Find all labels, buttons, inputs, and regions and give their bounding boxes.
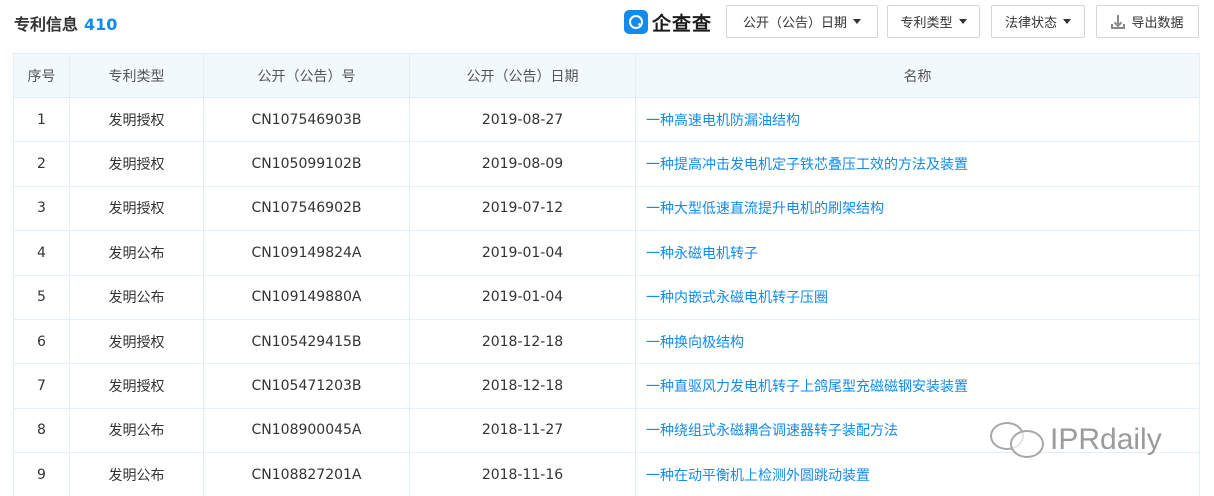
row-index: 9 [13, 452, 70, 496]
section-title: 专利信息 410 [14, 11, 117, 35]
patent-name-link[interactable]: 一种永磁电机转子 [646, 246, 758, 262]
row-number: CN105099102B [203, 141, 410, 187]
row-type: 发明公布 [69, 230, 204, 276]
row-date: 2018-12-18 [409, 318, 636, 365]
caret-down-icon [1063, 19, 1071, 24]
export-data-label: 导出数据 [1131, 16, 1184, 31]
row-number: CN108827201A [203, 452, 410, 496]
row-name-cell: 一种内嵌式永磁电机转子压圈 [635, 274, 1200, 320]
table-row: 3 发明授权 CN107546902B 2019-07-12 一种大型低速直流提… [13, 185, 1200, 232]
patent-name-link[interactable]: 一种直驱风力发电机转子上鸽尾型充磁磁钢安装装置 [646, 379, 968, 395]
row-index: 8 [13, 407, 70, 454]
row-name-cell: 一种换向极结构 [635, 318, 1200, 365]
row-number: CN109149824A [203, 230, 410, 276]
qichacha-logo: 企查查 [624, 9, 712, 35]
row-index: 1 [13, 96, 70, 143]
watermark-text: IPRdaily [1050, 423, 1162, 456]
section-title-text: 专利信息 [14, 15, 79, 34]
wechat-icon [990, 420, 1048, 460]
row-index: 5 [13, 274, 70, 320]
filter-publish-date-button[interactable]: 公开（公告）日期 [726, 5, 878, 38]
row-index: 7 [13, 363, 70, 409]
table-row: 1 发明授权 CN107546903B 2019-08-27 一种高速电机防漏油… [13, 96, 1200, 143]
row-name-cell: 一种提高冲击发电机定子铁芯叠压工效的方法及装置 [635, 141, 1200, 187]
patent-name-link[interactable]: 一种大型低速直流提升电机的刷架结构 [646, 201, 884, 217]
row-name-cell: 一种大型低速直流提升电机的刷架结构 [635, 185, 1200, 232]
row-number: CN105471203B [203, 363, 410, 409]
row-number: CN107546902B [203, 185, 410, 232]
column-header-type[interactable]: 专利类型 [69, 53, 204, 98]
row-type: 发明公布 [69, 274, 204, 320]
row-date: 2019-01-04 [409, 274, 636, 320]
row-date: 2018-12-18 [409, 363, 636, 409]
row-date: 2019-08-27 [409, 96, 636, 143]
filter-legal-status-label: 法律状态 [1004, 16, 1057, 31]
row-type: 发明公布 [69, 407, 204, 454]
column-header-date[interactable]: 公开（公告）日期 [409, 53, 636, 98]
row-date: 2019-07-12 [409, 185, 636, 232]
logo-text: 企查查 [652, 12, 713, 35]
patent-name-link[interactable]: 一种高速电机防漏油结构 [646, 113, 800, 129]
ipr-daily-watermark: IPRdaily [990, 420, 1162, 460]
row-number: CN109149880A [203, 274, 410, 320]
row-index: 4 [13, 230, 70, 276]
row-date: 2018-11-27 [409, 407, 636, 454]
column-header-name[interactable]: 名称 [635, 53, 1200, 98]
row-date: 2019-08-09 [409, 141, 636, 187]
row-number: CN105429415B [203, 318, 410, 365]
table-header-row: 序号 专利类型 公开（公告）号 公开（公告）日期 名称 [13, 53, 1200, 98]
table-row: 7 发明授权 CN105471203B 2018-12-18 一种直驱风力发电机… [13, 363, 1200, 409]
table-row: 6 发明授权 CN105429415B 2018-12-18 一种换向极结构 [13, 318, 1200, 365]
row-index: 6 [13, 318, 70, 365]
row-date: 2018-11-16 [409, 452, 636, 496]
row-date: 2019-01-04 [409, 230, 636, 276]
download-icon [1111, 14, 1126, 29]
page-header: 专利信息 410 企查查 公开（公告）日期 专利类型 法律状态 导出数据 [0, 0, 1214, 50]
row-name-cell: 一种高速电机防漏油结构 [635, 96, 1200, 143]
row-type: 发明授权 [69, 185, 204, 232]
filter-patent-type-button[interactable]: 专利类型 [887, 5, 980, 38]
caret-down-icon [958, 19, 967, 24]
export-data-button[interactable]: 导出数据 [1096, 5, 1199, 38]
table-row: 5 发明公布 CN109149880A 2019-01-04 一种内嵌式永磁电机… [13, 274, 1200, 320]
qichacha-logo-icon [624, 10, 648, 34]
row-type: 发明授权 [69, 141, 204, 187]
caret-down-icon [853, 19, 861, 24]
row-number: CN108900045A [203, 407, 410, 454]
table-row: 4 发明公布 CN109149824A 2019-01-04 一种永磁电机转子 [13, 230, 1200, 276]
row-index: 3 [13, 185, 70, 232]
row-name-cell: 一种直驱风力发电机转子上鸽尾型充磁磁钢安装装置 [635, 363, 1200, 409]
filter-publish-date-label: 公开（公告）日期 [742, 16, 847, 31]
patent-name-link[interactable]: 一种提高冲击发电机定子铁芯叠压工效的方法及装置 [646, 157, 968, 173]
filter-patent-type-label: 专利类型 [900, 16, 953, 31]
filter-legal-status-button[interactable]: 法律状态 [991, 5, 1085, 38]
patent-name-link[interactable]: 一种内嵌式永磁电机转子压圈 [646, 290, 828, 306]
column-header-number[interactable]: 公开（公告）号 [203, 53, 410, 98]
row-type: 发明授权 [69, 318, 204, 365]
row-index: 2 [13, 141, 70, 187]
patent-name-link[interactable]: 一种在动平衡机上检测外圆跳动装置 [646, 468, 870, 484]
patent-name-link[interactable]: 一种换向极结构 [646, 335, 744, 351]
row-type: 发明授权 [69, 363, 204, 409]
row-name-cell: 一种永磁电机转子 [635, 230, 1200, 276]
row-number: CN107546903B [203, 96, 410, 143]
row-type: 发明授权 [69, 96, 204, 143]
table-row: 2 发明授权 CN105099102B 2019-08-09 一种提高冲击发电机… [13, 141, 1200, 187]
row-type: 发明公布 [69, 452, 204, 496]
patent-name-link[interactable]: 一种绕组式永磁耦合调速器转子装配方法 [646, 423, 898, 439]
patent-count: 410 [84, 15, 118, 34]
column-header-index[interactable]: 序号 [13, 53, 70, 98]
